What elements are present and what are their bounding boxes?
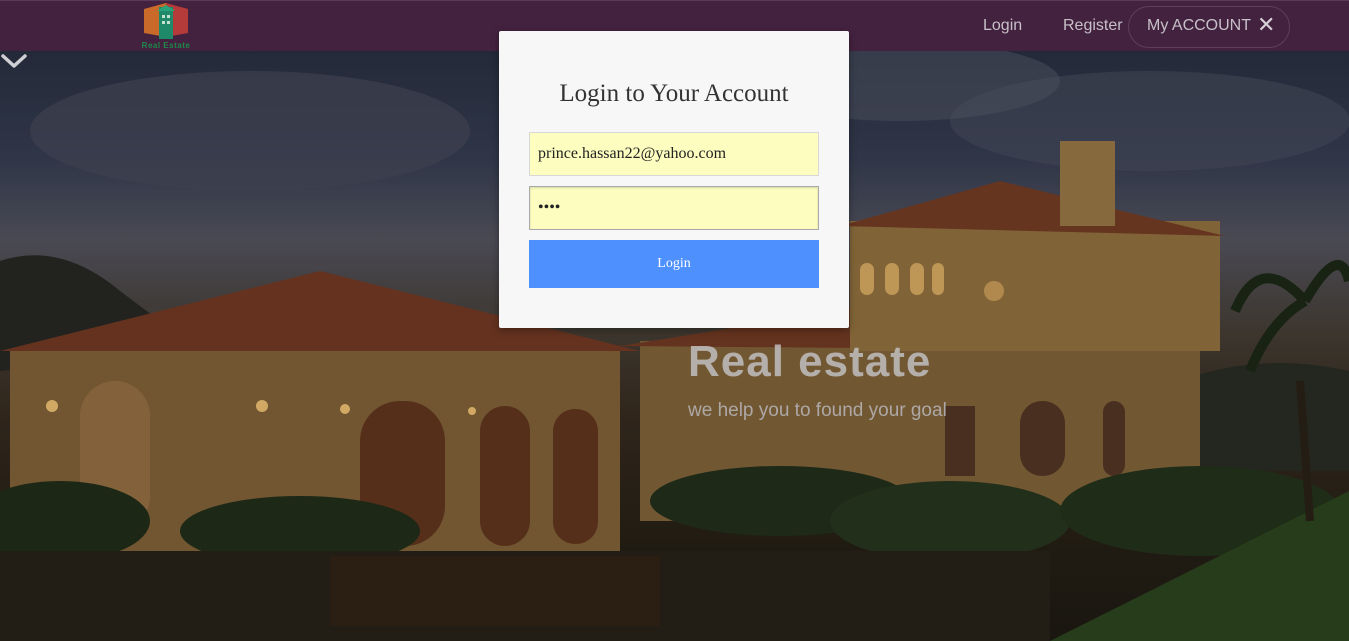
nav-login-link[interactable]: Login: [983, 17, 1022, 35]
my-account-button[interactable]: My ACCOUNT ✕: [1128, 6, 1290, 48]
login-button[interactable]: Login: [529, 240, 819, 288]
my-account-label: My ACCOUNT: [1147, 17, 1251, 34]
password-field[interactable]: [529, 186, 819, 230]
login-modal: Login to Your Account Login: [499, 31, 849, 328]
login-modal-title: Login to Your Account: [559, 80, 789, 107]
nav-register-link[interactable]: Register: [1063, 17, 1123, 35]
logo-text: Real Estate: [141, 41, 191, 50]
close-icon[interactable]: ✕: [1257, 14, 1275, 36]
chevron-down-icon[interactable]: [0, 51, 28, 71]
hero-title: Real estate: [688, 337, 932, 386]
email-field[interactable]: [529, 132, 819, 176]
hero-tagline: we help you to found your goal: [688, 400, 947, 421]
